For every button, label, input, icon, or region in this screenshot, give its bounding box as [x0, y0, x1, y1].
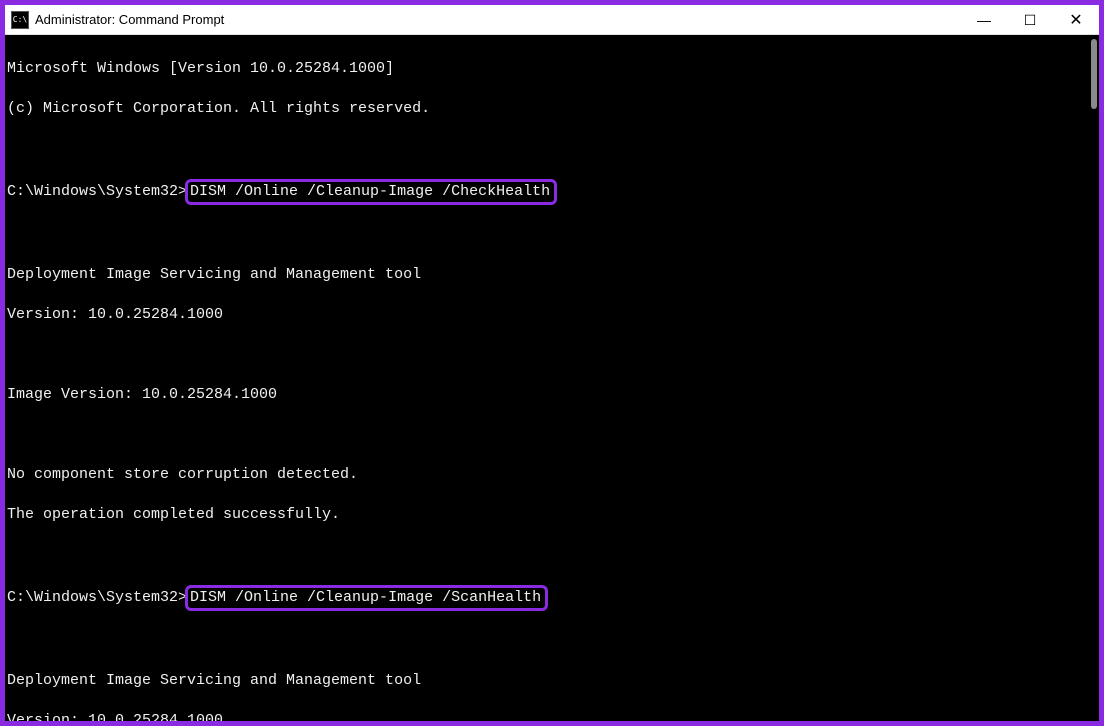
dism-tool-version: Version: 10.0.25284.1000 [7, 305, 1097, 325]
image-version: Image Version: 10.0.25284.1000 [7, 385, 1097, 405]
copyright: (c) Microsoft Corporation. All rights re… [7, 99, 1097, 119]
scrollbar-thumb[interactable] [1091, 39, 1097, 109]
os-header: Microsoft Windows [Version 10.0.25284.10… [7, 59, 1097, 79]
prompt: C:\Windows\System32> [7, 589, 187, 606]
window-controls: — ☐ ✕ [961, 5, 1099, 35]
titlebar[interactable]: C:\ Administrator: Command Prompt — ☐ ✕ [5, 5, 1099, 35]
minimize-button[interactable]: — [961, 5, 1007, 35]
completed-msg: The operation completed successfully. [7, 505, 1097, 525]
dism-tool-version: Version: 10.0.25284.1000 [7, 711, 1097, 721]
highlight-checkhealth: DISM /Online /Cleanup-Image /CheckHealth [185, 179, 557, 205]
command-line-1: C:\Windows\System32>DISM /Online /Cleanu… [7, 179, 1097, 205]
cmd-icon: C:\ [11, 11, 29, 29]
terminal-output[interactable]: Microsoft Windows [Version 10.0.25284.10… [5, 35, 1099, 721]
prompt: C:\Windows\System32> [7, 183, 187, 200]
highlight-scanhealth: DISM /Online /Cleanup-Image /ScanHealth [185, 585, 548, 611]
close-button[interactable]: ✕ [1053, 5, 1099, 35]
maximize-button[interactable]: ☐ [1007, 5, 1053, 35]
command-line-2: C:\Windows\System32>DISM /Online /Cleanu… [7, 585, 1097, 611]
dism-tool-name: Deployment Image Servicing and Managemen… [7, 265, 1097, 285]
command-prompt-window: C:\ Administrator: Command Prompt — ☐ ✕ … [3, 3, 1101, 723]
no-corruption-msg: No component store corruption detected. [7, 465, 1097, 485]
dism-tool-name: Deployment Image Servicing and Managemen… [7, 671, 1097, 691]
window-title: Administrator: Command Prompt [35, 12, 224, 27]
